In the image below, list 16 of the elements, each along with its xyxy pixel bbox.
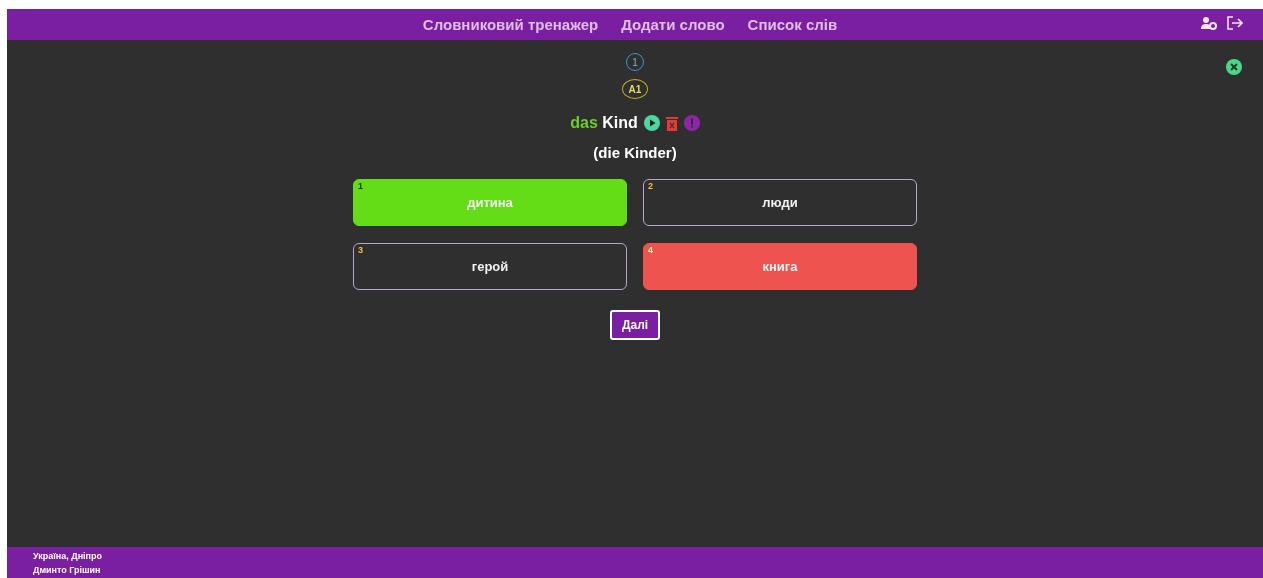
next-button[interactable]: Далі (609, 310, 661, 340)
footer-text: Дминто Грішин (33, 564, 102, 575)
nav-link[interactable]: Список слів (747, 16, 838, 33)
logout-icon[interactable] (1227, 16, 1243, 30)
close-icon[interactable] (1226, 59, 1242, 75)
trash-icon[interactable] (665, 115, 678, 131)
nav-link[interactable]: Словниковий тренажер (422, 16, 599, 33)
answer-option[interactable]: 3 герой (353, 243, 627, 290)
nav-link[interactable]: Додати слово (621, 16, 725, 33)
answer-option[interactable]: 1 дитина (353, 179, 627, 226)
footer-text: Україна, Дніпро (33, 550, 104, 561)
answer-option[interactable]: 2 люди (643, 179, 917, 226)
play-icon[interactable] (643, 115, 660, 131)
german-word: das Kind (570, 114, 638, 132)
plural-form: (die Kinder) (593, 144, 677, 161)
user-settings-icon[interactable] (1201, 16, 1217, 30)
